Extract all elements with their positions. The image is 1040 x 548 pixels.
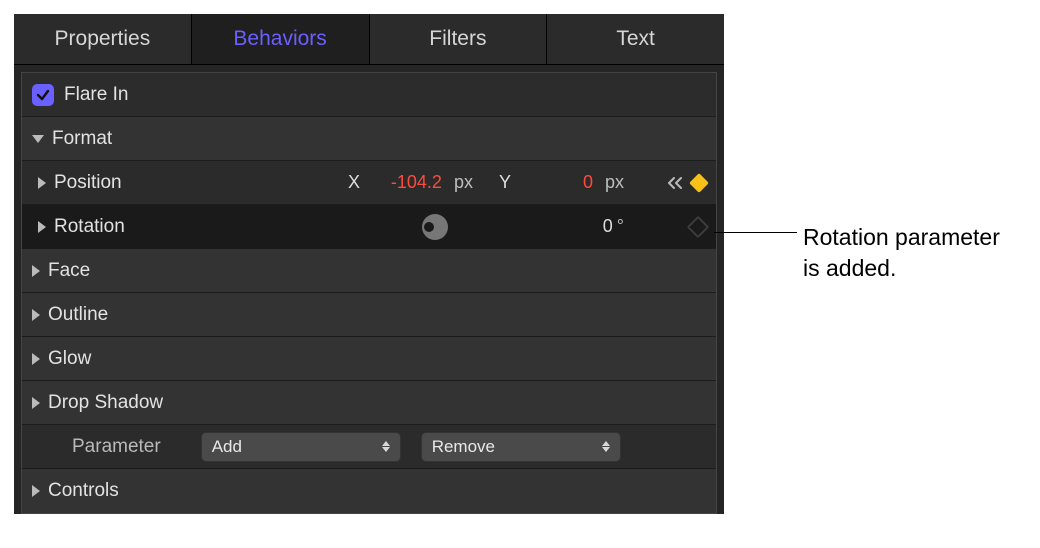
- section-format[interactable]: Format: [22, 117, 716, 161]
- disclosure-right-icon[interactable]: [38, 221, 46, 233]
- checkmark-icon: [36, 88, 50, 102]
- tab-text[interactable]: Text: [547, 14, 724, 64]
- disclosure-right-icon: [32, 485, 40, 497]
- dropdown-add-label: Add: [212, 437, 242, 457]
- section-outline[interactable]: Outline: [22, 293, 716, 337]
- callout-text: Rotation parameter is added.: [803, 222, 1000, 284]
- behavior-header-row[interactable]: Flare In: [22, 73, 716, 117]
- inspector-panel: Properties Behaviors Filters Text Flare …: [14, 14, 724, 514]
- rotation-value[interactable]: 0: [573, 216, 613, 237]
- dropdown-remove-label: Remove: [432, 437, 495, 457]
- section-glow-label: Glow: [48, 348, 91, 370]
- callout-line-icon: [714, 232, 797, 233]
- tab-behaviors[interactable]: Behaviors: [192, 14, 370, 64]
- updown-icon: [602, 441, 610, 452]
- section-outline-label: Outline: [48, 304, 108, 326]
- tab-bar: Properties Behaviors Filters Text: [14, 14, 724, 65]
- parameter-add-remove-row: Parameter Add Remove: [22, 425, 716, 469]
- tab-properties[interactable]: Properties: [14, 14, 192, 64]
- enable-checkbox[interactable]: [32, 84, 54, 106]
- keyframe-diamond-active-icon[interactable]: [689, 173, 709, 193]
- disclosure-right-icon: [32, 309, 40, 321]
- disclosure-right-icon: [32, 353, 40, 365]
- section-format-label: Format: [52, 128, 112, 150]
- disclosure-down-icon: [32, 135, 44, 143]
- rotation-dial[interactable]: [422, 214, 448, 240]
- parameter-add-dropdown[interactable]: Add: [201, 432, 401, 462]
- parameter-remove-dropdown[interactable]: Remove: [421, 432, 621, 462]
- param-row-position: Position X -104.2 px Y 0 px: [22, 161, 716, 205]
- y-axis-label: Y: [499, 172, 511, 193]
- rotation-unit: °: [617, 216, 624, 237]
- updown-icon: [382, 441, 390, 452]
- position-y-unit: px: [605, 172, 624, 193]
- section-controls[interactable]: Controls: [22, 469, 716, 513]
- section-face[interactable]: Face: [22, 249, 716, 293]
- position-label: Position: [54, 172, 122, 194]
- position-y-value[interactable]: 0: [523, 172, 593, 193]
- position-x-value[interactable]: -104.2: [372, 172, 442, 193]
- rotation-label: Rotation: [54, 216, 125, 238]
- disclosure-right-icon[interactable]: [38, 177, 46, 189]
- disclosure-right-icon: [32, 265, 40, 277]
- section-glow[interactable]: Glow: [22, 337, 716, 381]
- x-axis-label: X: [348, 172, 360, 193]
- section-drop-shadow[interactable]: Drop Shadow: [22, 381, 716, 425]
- inspector-body: Flare In Format Position X -104.2 px Y 0…: [21, 72, 717, 514]
- keyframe-nav-icon[interactable]: [668, 176, 686, 190]
- disclosure-right-icon: [32, 397, 40, 409]
- tab-filters[interactable]: Filters: [370, 14, 548, 64]
- keyframe-diamond-empty-icon[interactable]: [687, 215, 710, 238]
- behavior-title: Flare In: [64, 84, 128, 106]
- section-face-label: Face: [48, 260, 90, 282]
- param-row-rotation: Rotation 0 °: [22, 205, 716, 249]
- parameter-label: Parameter: [72, 436, 161, 458]
- section-drop-shadow-label: Drop Shadow: [48, 392, 163, 414]
- position-x-unit: px: [454, 172, 473, 193]
- section-controls-label: Controls: [48, 480, 119, 502]
- annotation-callout: Rotation parameter is added.: [714, 222, 1000, 284]
